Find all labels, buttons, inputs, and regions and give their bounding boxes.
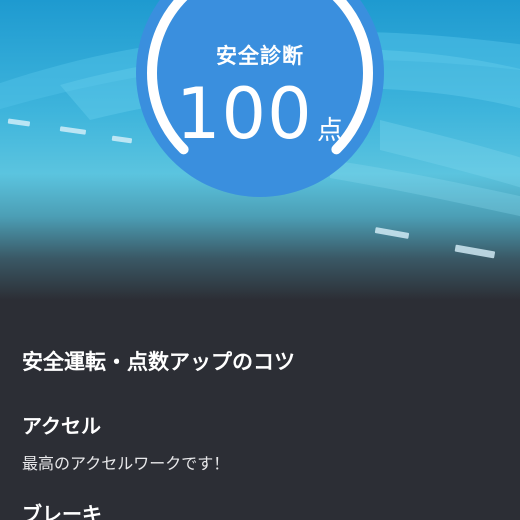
tips-section-title: 安全運転・点数アップのコツ (22, 350, 295, 374)
score-value: 100 (176, 73, 313, 155)
score-display: 100 点 (170, 74, 355, 154)
safety-diagnosis-screen: 安全診断 100 点 安全運転・点数アップのコツ アクセル 最高のアクセルワーク… (0, 0, 520, 520)
gauge-title: 安全診断 (216, 44, 304, 68)
tip-heading-brake: ブレーキ (22, 502, 102, 520)
tip-text-accelerator: 最高のアクセルワークです！ (22, 454, 230, 473)
score-unit: 点 (317, 116, 344, 146)
road-illustration-header: 安全診断 100 点 (0, 0, 520, 300)
tip-heading-accelerator: アクセル (22, 414, 101, 438)
